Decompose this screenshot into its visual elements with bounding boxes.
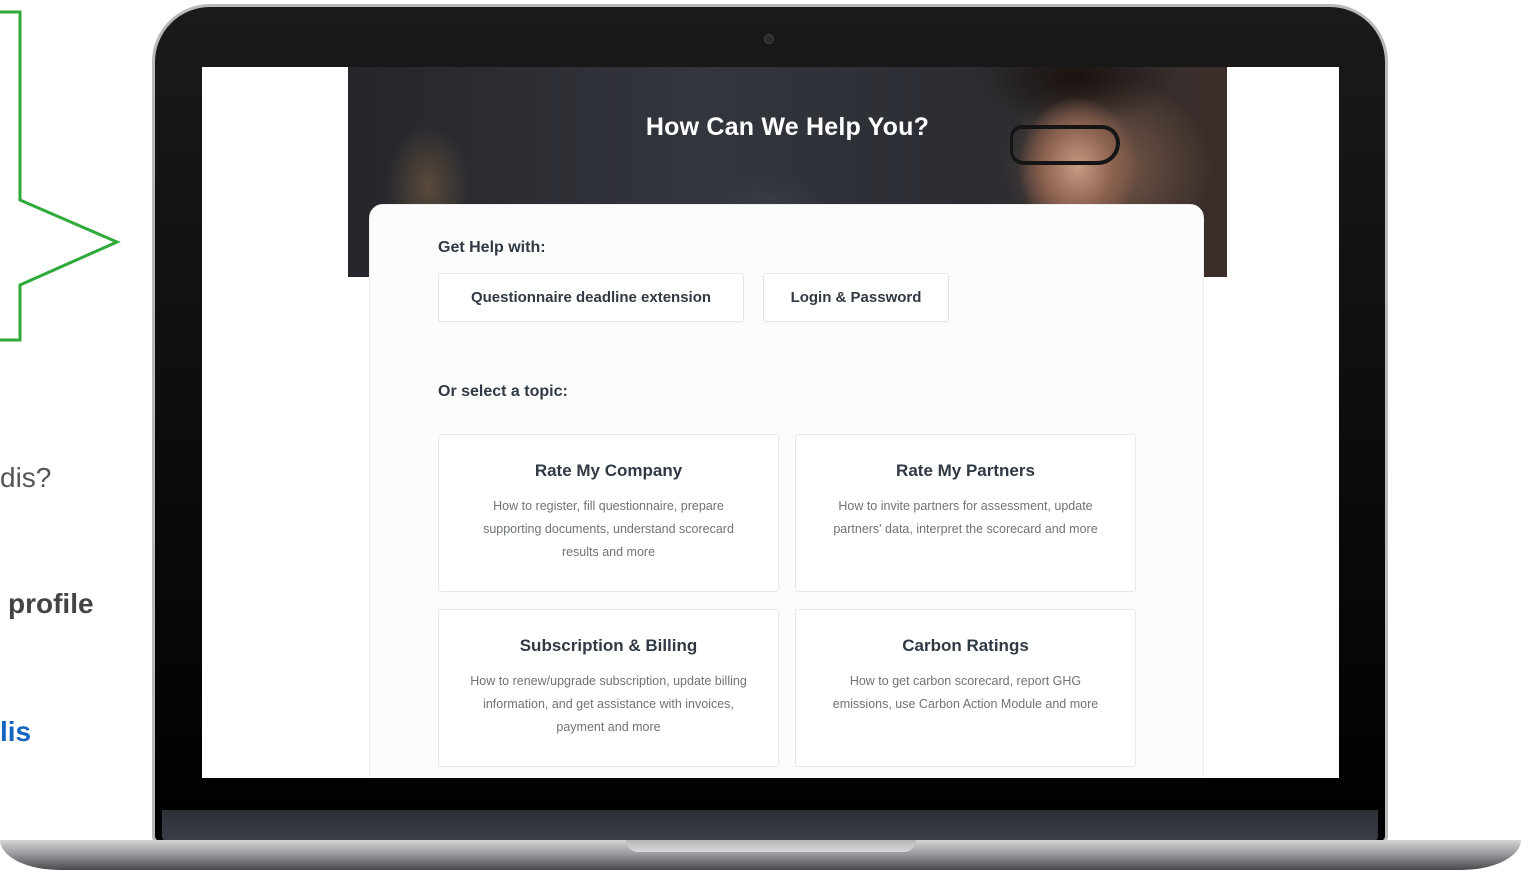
callout-arrow-shape <box>0 10 121 342</box>
topic-card-rate-my-partners[interactable]: Rate My Partners How to invite partners … <box>795 434 1136 592</box>
help-card: Get Help with: Questionnaire deadline ex… <box>369 204 1204 778</box>
topic-title: Carbon Ratings <box>902 636 1029 655</box>
laptop-screen: How Can We Help You? Get Help with: Ques… <box>202 67 1339 778</box>
get-help-label: Get Help with: <box>438 239 546 256</box>
laptop-notch <box>626 840 916 852</box>
slide-text-fragment: dis? <box>0 462 52 493</box>
laptop-bezel <box>162 810 1378 842</box>
topic-title: Rate My Company <box>534 461 683 480</box>
topic-title: Subscription & Billing <box>519 636 698 655</box>
slide-link-fragment: lis <box>0 716 32 747</box>
button-label: Login & Password <box>790 289 922 306</box>
topic-card-subscription-billing[interactable]: Subscription & Billing How to renew/upgr… <box>438 609 779 767</box>
select-topic-label: Or select a topic: <box>438 383 568 400</box>
topic-description: How to get carbon scorecard, report GHG … <box>832 674 1099 711</box>
button-label: Questionnaire deadline extension <box>470 289 712 306</box>
page-title: How Can We Help You? <box>645 113 930 141</box>
topic-card-rate-my-company[interactable]: Rate My Company How to register, fill qu… <box>438 434 779 592</box>
topic-card-carbon-ratings[interactable]: Carbon Ratings How to get carbon scoreca… <box>795 609 1136 767</box>
slide-text-fragment: profile <box>8 588 94 619</box>
topic-description: How to invite partners for assessment, u… <box>833 499 1098 536</box>
topic-title: Rate My Partners <box>896 461 1035 480</box>
camera-icon <box>764 34 774 44</box>
topic-description: How to renew/upgrade subscription, updat… <box>470 674 747 734</box>
questionnaire-deadline-button[interactable]: Questionnaire deadline extension <box>438 273 744 322</box>
topic-description: How to register, fill questionnaire, pre… <box>483 499 734 559</box>
login-password-button[interactable]: Login & Password <box>763 273 949 322</box>
